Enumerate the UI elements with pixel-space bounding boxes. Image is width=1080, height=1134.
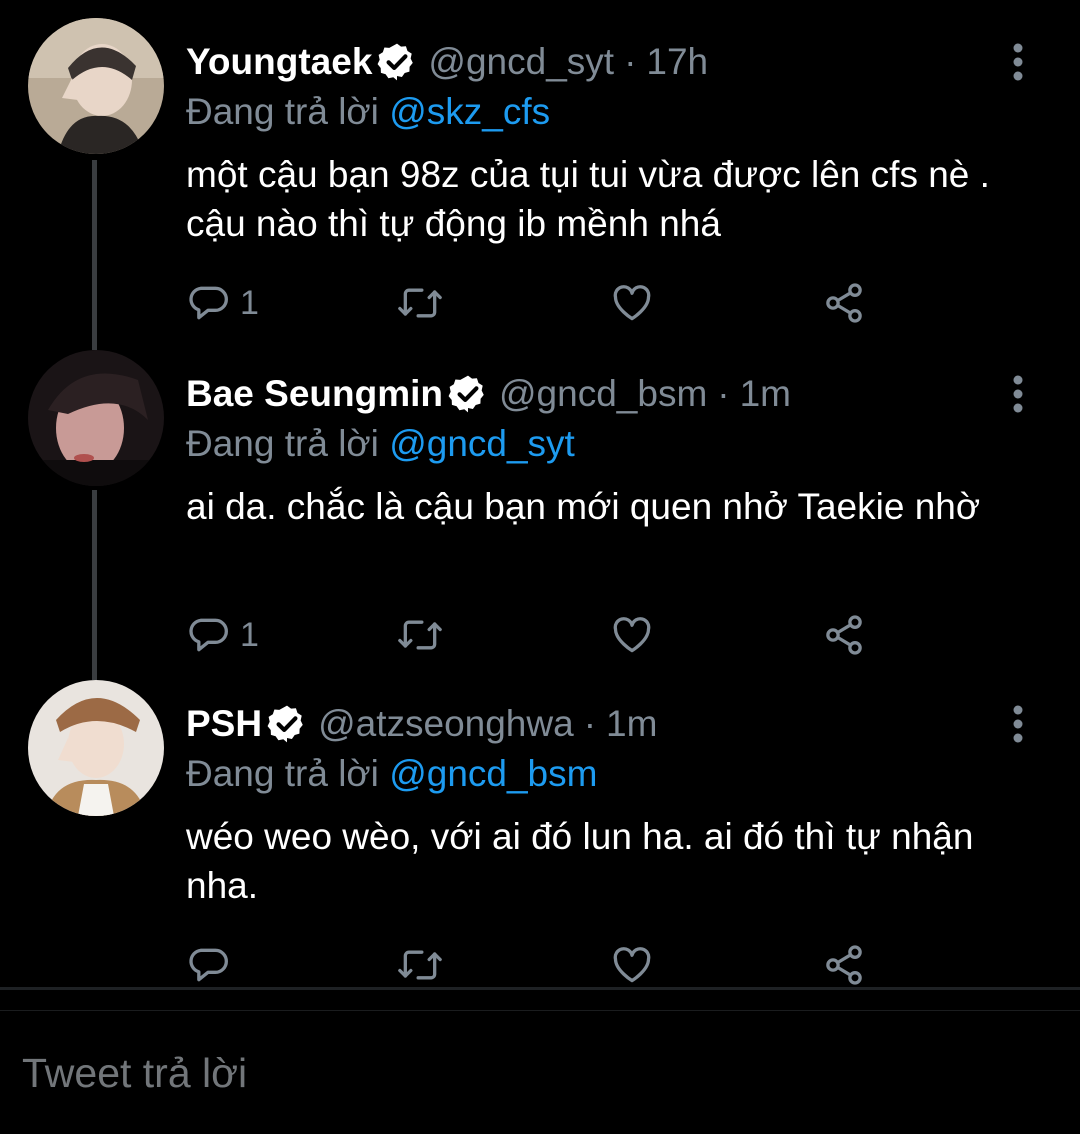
tweet-header: Bae Seungmin @gncd_bsm · 1m [186, 372, 791, 416]
tweet-actions: 1 [186, 612, 886, 658]
reply-icon [186, 281, 230, 325]
verified-badge-icon [447, 373, 489, 415]
reply-count: 1 [240, 283, 259, 322]
like-button[interactable] [610, 942, 654, 988]
tweet-actions: 1 [186, 280, 886, 326]
share-button[interactable] [822, 942, 866, 988]
replying-to: Đang trả lời @skz_cfs [186, 90, 550, 134]
divider [0, 1010, 1080, 1011]
reply-button[interactable]: 1 [186, 280, 259, 326]
avatar[interactable] [28, 18, 164, 154]
handle[interactable]: @atzseonghwa [318, 702, 574, 746]
avatar[interactable] [28, 680, 164, 816]
like-button[interactable] [610, 280, 654, 326]
timestamp[interactable]: 1m [740, 372, 791, 416]
replying-prefix: Đang trả lời [186, 91, 379, 132]
timestamp[interactable]: 17h [646, 40, 708, 84]
more-icon[interactable] [1012, 374, 1024, 414]
heart-icon [610, 281, 654, 325]
more-icon[interactable] [1012, 42, 1024, 82]
reply-input[interactable]: Tweet trả lời [22, 1050, 247, 1097]
tweet-text: ai da. chắc là cậu bạn mới quen nhở Taek… [186, 486, 981, 527]
share-button[interactable] [822, 612, 866, 658]
separator: · [717, 373, 730, 414]
more-icon[interactable] [1012, 704, 1024, 744]
verified-badge-icon [266, 703, 308, 745]
tweet-header: PSH @atzseonghwa · 1m [186, 702, 657, 746]
reply-icon [186, 943, 230, 987]
retweet-icon [396, 613, 444, 657]
mention-link[interactable]: @gncd_bsm [389, 753, 597, 794]
mention-link[interactable]: @skz_cfs [389, 91, 550, 132]
reply-button[interactable]: 1 [186, 612, 259, 658]
tweet-text: một cậu bạn 98z của tụi tui vừa được lên… [186, 154, 990, 244]
share-icon [822, 613, 866, 657]
reply-count: 1 [240, 615, 259, 654]
timestamp[interactable]: 1m [606, 702, 657, 746]
like-button[interactable] [610, 612, 654, 658]
tweet[interactable]: PSH @atzseonghwa · 1m Đang trả lời @gncd… [0, 680, 1080, 985]
replying-to: Đang trả lời @gncd_syt [186, 422, 575, 466]
reply-button[interactable] [186, 942, 230, 988]
tweet-header: Youngtaek @gncd_syt · 17h [186, 40, 708, 84]
share-icon [822, 943, 866, 987]
share-icon [822, 281, 866, 325]
mention-link[interactable]: @gncd_syt [389, 423, 575, 464]
reply-icon [186, 613, 230, 657]
verified-badge-icon [376, 41, 418, 83]
replying-prefix: Đang trả lời [186, 423, 379, 464]
handle[interactable]: @gncd_syt [428, 40, 614, 84]
tweet-text: wéo weo wèo, với ai đó lun ha. ai đó thì… [186, 816, 974, 906]
share-button[interactable] [822, 280, 866, 326]
retweet-button[interactable] [396, 942, 444, 988]
handle[interactable]: @gncd_bsm [499, 372, 707, 416]
retweet-button[interactable] [396, 612, 444, 658]
tweet[interactable]: Bae Seungmin @gncd_bsm · 1m Đang trả lời… [0, 350, 1080, 670]
display-name[interactable]: Bae Seungmin [186, 372, 443, 416]
tweet-actions [186, 942, 886, 988]
display-name[interactable]: Youngtaek [186, 40, 372, 84]
separator: · [624, 41, 637, 82]
heart-icon [610, 613, 654, 657]
display-name[interactable]: PSH [186, 702, 262, 746]
heart-icon [610, 943, 654, 987]
replying-prefix: Đang trả lời [186, 753, 379, 794]
avatar[interactable] [28, 350, 164, 486]
divider [0, 987, 1080, 990]
separator: · [583, 703, 597, 744]
tweet[interactable]: Youngtaek @gncd_syt · 17h Đang trả lời @… [0, 18, 1080, 338]
replying-to: Đang trả lời @gncd_bsm [186, 752, 597, 796]
retweet-icon [396, 281, 444, 325]
retweet-button[interactable] [396, 280, 444, 326]
retweet-icon [396, 943, 444, 987]
tweet-thread: Youngtaek @gncd_syt · 17h Đang trả lời @… [0, 0, 1080, 1134]
